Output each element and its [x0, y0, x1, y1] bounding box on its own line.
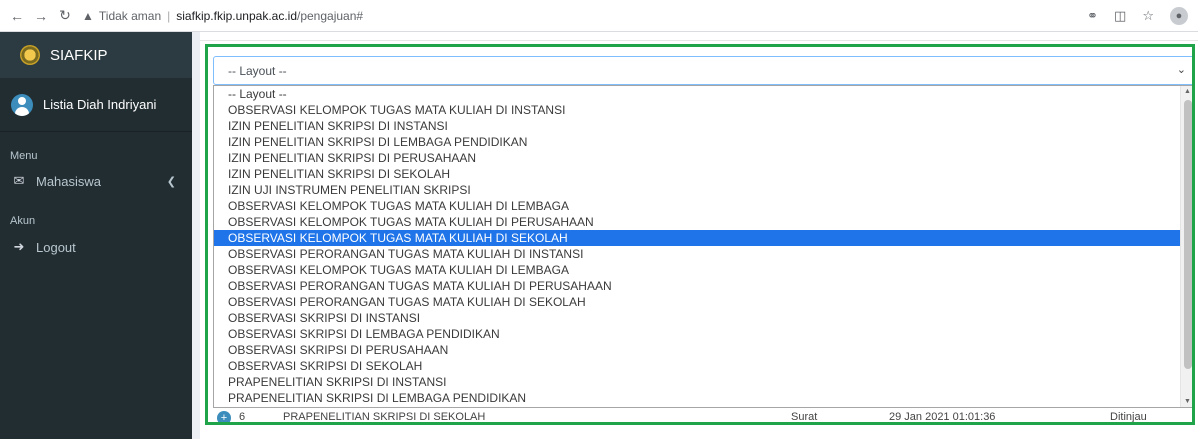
sidebar-item-label: Mahasiswa	[36, 173, 102, 189]
security-label: Tidak aman	[98, 8, 162, 23]
reload-icon[interactable]: ↻	[54, 5, 76, 27]
user-name: Listia Diah Indriyani	[43, 97, 157, 112]
address-bar[interactable]: ▲ Tidak aman | siafkip.fkip.unpak.ac.id …	[82, 9, 363, 23]
back-icon[interactable]: ←	[6, 5, 28, 27]
chevron-left-icon: ❮	[166, 175, 176, 188]
brand[interactable]: SIAFKIP	[0, 32, 192, 78]
logout-icon: ➜	[13, 239, 25, 254]
brand-label: SIAFKIP	[50, 46, 108, 64]
forward-icon[interactable]: →	[30, 5, 52, 27]
url-host: siafkip.fkip.unpak.ac.id	[176, 8, 297, 23]
browser-toolbar: ← → ↻ ▲ Tidak aman | siafkip.fkip.unpak.…	[0, 0, 1198, 32]
url-path: /pengajuan#	[297, 8, 364, 23]
sidebar-item-logout[interactable]: ➜ Logout	[0, 233, 192, 261]
sidebar-item-mahasiswa[interactable]: ✉ Mahasiswa ❮	[0, 167, 192, 195]
divider	[200, 40, 1198, 41]
user-panel: Listia Diah Indriyani	[0, 78, 192, 132]
address-separator: |	[167, 8, 171, 23]
sidebar: SIAFKIP Listia Diah Indriyani Menu ✉ Mah…	[0, 32, 192, 439]
avatar	[11, 93, 33, 116]
account-header: Akun	[10, 215, 36, 227]
key-icon[interactable]: ⚭	[1087, 8, 1098, 24]
star-icon[interactable]: ☆	[1142, 8, 1154, 24]
sidebar-item-label: Logout	[36, 239, 76, 255]
translate-icon[interactable]: ◫	[1114, 8, 1126, 24]
envelope-icon: ✉	[13, 173, 25, 188]
logo-icon	[20, 45, 40, 65]
profile-icon[interactable]: ●	[1170, 7, 1188, 25]
warning-icon: ▲	[82, 8, 94, 23]
menu-header: Menu	[10, 150, 38, 162]
highlight-frame	[205, 44, 1195, 425]
